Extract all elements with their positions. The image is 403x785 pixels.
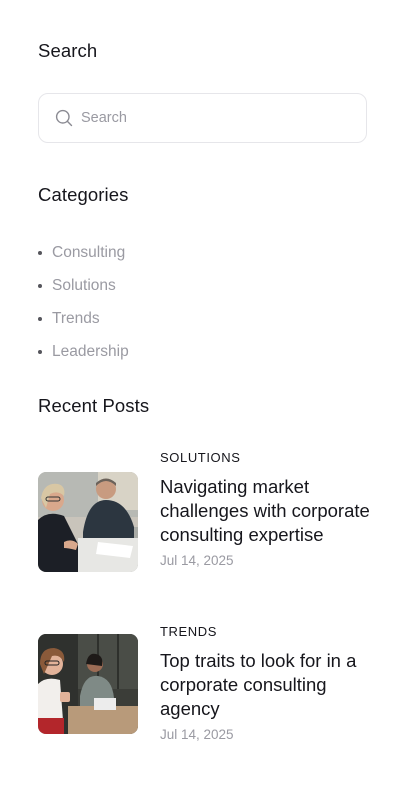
- post-title-link[interactable]: Top traits to look for in a corporate co…: [160, 649, 370, 721]
- bullet: [38, 250, 42, 255]
- post-thumbnail[interactable]: [38, 472, 138, 572]
- category-item-solutions[interactable]: Solutions: [38, 269, 129, 302]
- search-field[interactable]: [38, 93, 367, 143]
- category-link[interactable]: Consulting: [52, 244, 125, 262]
- category-link[interactable]: Leadership: [52, 343, 129, 361]
- post-category[interactable]: TRENDS: [160, 624, 370, 640]
- search-icon: [55, 109, 73, 127]
- blog-sidebar: Search Categories Consulting Solutions T…: [0, 0, 403, 785]
- bullet: [38, 316, 42, 321]
- search-heading: Search: [38, 40, 98, 61]
- categories-list: Consulting Solutions Trends Leadership: [38, 236, 129, 368]
- post-title-link[interactable]: Navigating market challenges with corpor…: [160, 475, 370, 547]
- post-category[interactable]: SOLUTIONS: [160, 450, 370, 466]
- category-item-leadership[interactable]: Leadership: [38, 335, 129, 368]
- categories-heading: Categories: [38, 184, 129, 205]
- post-body: TRENDS Top traits to look for in a corpo…: [160, 624, 370, 744]
- post-body: SOLUTIONS Navigating market challenges w…: [160, 450, 370, 570]
- category-link[interactable]: Solutions: [52, 277, 116, 295]
- bullet: [38, 283, 42, 288]
- search-input[interactable]: [81, 110, 321, 126]
- post-thumbnail[interactable]: [38, 634, 138, 734]
- post-date: Jul 14, 2025: [160, 553, 234, 568]
- category-item-consulting[interactable]: Consulting: [38, 236, 129, 269]
- category-link[interactable]: Trends: [52, 310, 100, 328]
- bullet: [38, 349, 42, 354]
- post-date: Jul 14, 2025: [160, 727, 234, 742]
- category-item-trends[interactable]: Trends: [38, 302, 129, 335]
- recent-posts-heading: Recent Posts: [38, 395, 150, 416]
